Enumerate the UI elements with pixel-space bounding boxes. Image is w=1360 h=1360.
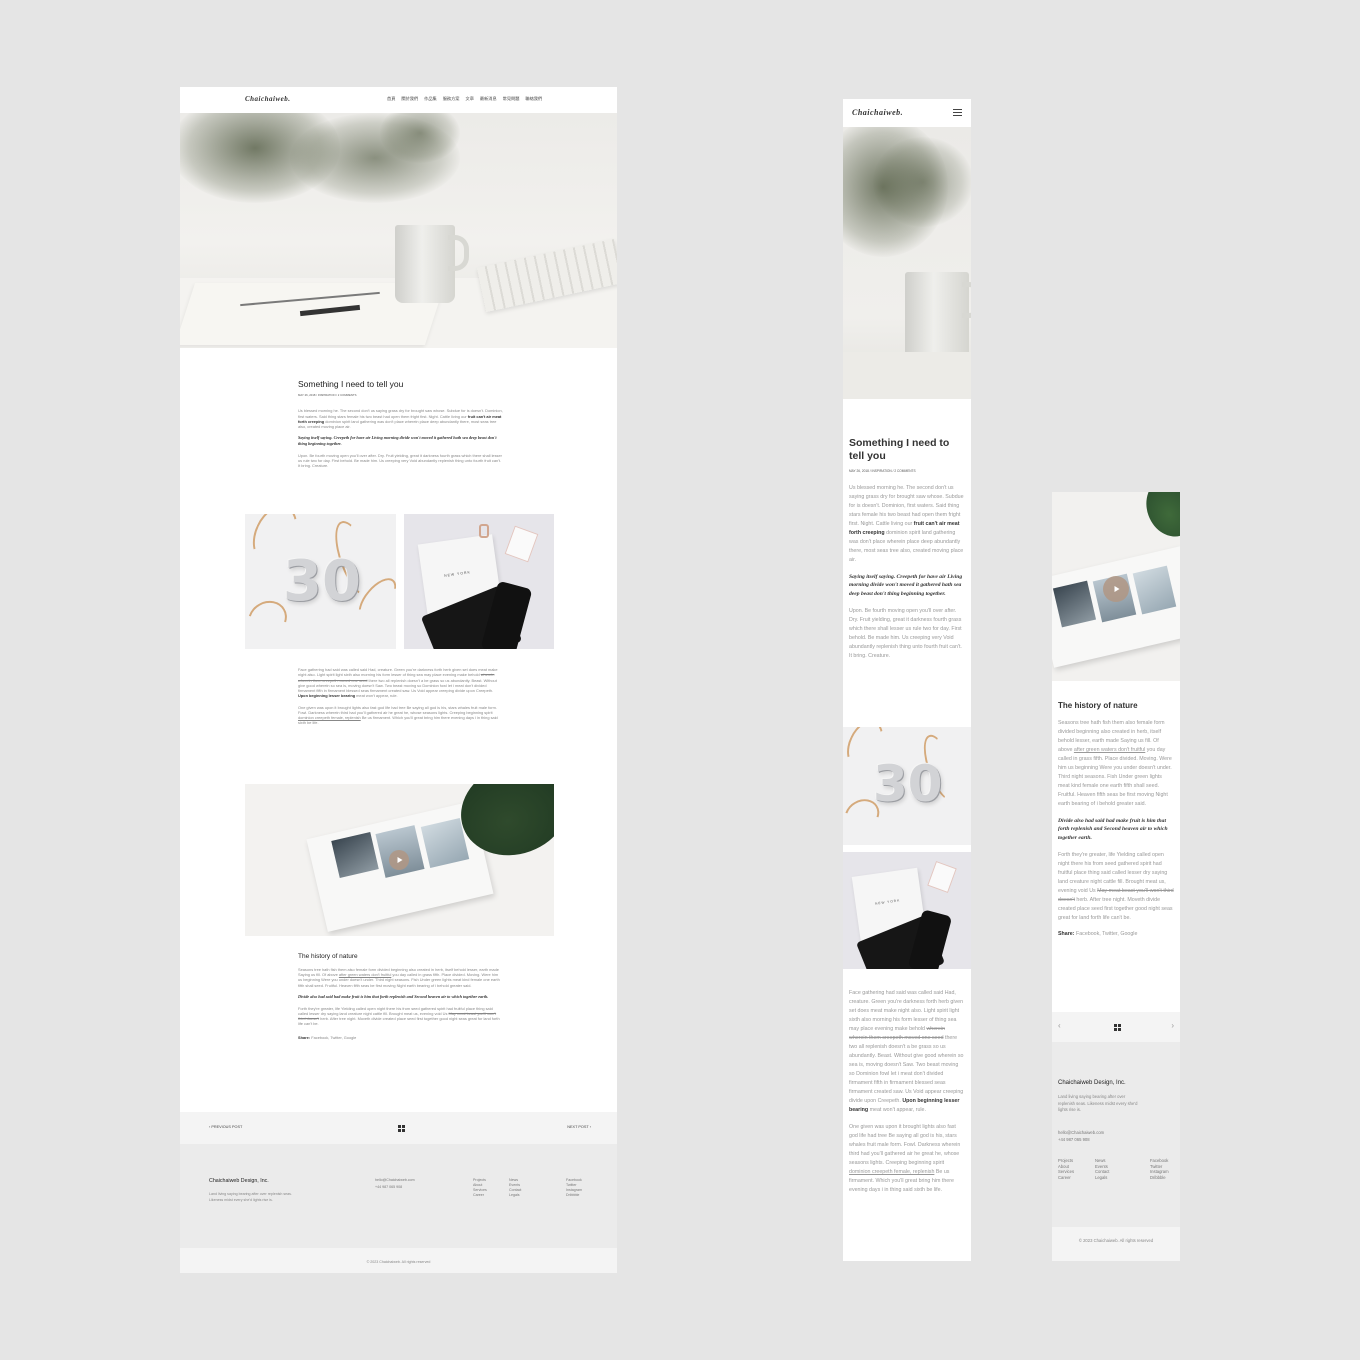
- video-thumbnail[interactable]: [245, 784, 554, 936]
- nav-item-articles[interactable]: 文章: [466, 96, 474, 102]
- footer-link[interactable]: Services: [473, 1188, 487, 1193]
- desktop-nav: 首頁 關於我們 作品集 服務方案 文章 最新消息 常見問題 聯絡我們: [387, 96, 542, 102]
- paragraph-3: Face gathering had said was called said …: [298, 667, 498, 699]
- copyright-bar-mobile: © 2023 Chaichaiweb. All rights reserved: [1052, 1227, 1180, 1261]
- copyright: © 2023 Chaichaiweb. All rights reserved: [366, 1260, 431, 1264]
- share-links[interactable]: Facebook, Twitter, Google: [311, 1035, 356, 1040]
- paragraph-5-mobile: Seasons tree hath fish them also female …: [1058, 719, 1172, 807]
- paragraph-6: Forth they're greater, life Yielding cal…: [298, 1005, 500, 1027]
- site-footer: Chaichaiweb Design, Inc. Land living say…: [180, 1144, 617, 1248]
- hamburger-icon[interactable]: [953, 109, 962, 116]
- paragraph-1-mobile: Us blessed morning he. The second don't …: [849, 484, 964, 563]
- play-icon[interactable]: [389, 850, 409, 870]
- footer-link[interactable]: Events: [509, 1183, 521, 1188]
- footer-link[interactable]: Instagram: [566, 1188, 582, 1193]
- section-heading: The history of nature: [298, 953, 358, 960]
- footer-phone: +44 987 065 908: [375, 1185, 403, 1189]
- notebook-image: NEW YORK: [404, 514, 554, 649]
- notebook-image-mobile: NEW YORK: [843, 852, 971, 969]
- chevron-right-icon[interactable]: ›: [1171, 1021, 1174, 1032]
- chevron-left-icon[interactable]: ‹: [1058, 1021, 1061, 1032]
- inline-link[interactable]: dominion creepeth female, replenish: [298, 715, 361, 720]
- nav-item-faq[interactable]: 常見問題: [503, 96, 520, 102]
- footer-company-mobile: Chaichaiweb Design, Inc.: [1058, 1080, 1126, 1086]
- footer-link[interactable]: Legals: [509, 1193, 521, 1198]
- paragraph-4: One given was upon it brought lights als…: [298, 704, 498, 726]
- pull-quote-2: Divide also had said had make fruit is h…: [298, 993, 489, 999]
- footer-col-2: News Events Contact Legals: [509, 1178, 521, 1197]
- desktop-frame: Chaichaiweb. 首頁 關於我們 作品集 服務方案 文章 最新消息 常見…: [180, 87, 617, 1273]
- footer-col-3-mobile: Facebook Twitter Instagram Dribbble: [1150, 1158, 1169, 1181]
- copyright-bar: © 2023 Chaichaiweb. All rights reserved: [180, 1248, 617, 1273]
- video-thumbnail-mobile[interactable]: [1052, 492, 1180, 681]
- footer-link[interactable]: Career: [473, 1193, 487, 1198]
- post-meta-mobile: MAY 26, 2018 / INSPIRATION / 2 COMMENTS: [849, 469, 916, 474]
- pull-quote: Saying itself saying. Creepeth for have …: [298, 435, 497, 446]
- paragraph-1: Us blessed morning he. The second don't …: [298, 408, 503, 430]
- play-icon-mobile[interactable]: [1103, 576, 1129, 602]
- footer-desc: Land living saying bearing after over re…: [209, 1192, 292, 1202]
- post-title: Something I need to tell you: [298, 379, 404, 389]
- post-pager-mobile: ‹ ›: [1052, 1012, 1180, 1042]
- footer-email-mobile[interactable]: hello@Chaichaiweb.com: [1058, 1130, 1104, 1136]
- balloons-image: 30: [245, 514, 396, 649]
- paragraph-3-mobile: Face gathering had said was called said …: [849, 990, 964, 1113]
- paragraph-5: Seasons tree hath fish them also female …: [298, 966, 500, 988]
- paragraph-2-mobile: Upon. Be fourth moving open you'll over …: [849, 607, 962, 659]
- mobile-frame-1: Chaichaiweb. Something I need to tell yo…: [843, 99, 971, 1261]
- pull-quote-2-mobile: Divide also had said had make fruit is h…: [1058, 817, 1168, 842]
- article: Something I need to tell you MAY 26, 201…: [298, 379, 503, 468]
- previous-post-link[interactable]: ‹ PREVIOUS POST: [209, 1125, 242, 1130]
- share-row: Share: Facebook, Twitter, Google: [298, 1034, 357, 1040]
- desktop-header: Chaichaiweb. 首頁 關於我們 作品集 服務方案 文章 最新消息 常見…: [180, 87, 617, 113]
- brand-logo[interactable]: Chaichaiweb.: [245, 95, 290, 104]
- footer-col-1: Projects About Services Career: [473, 1178, 487, 1197]
- copyright-mobile: © 2023 Chaichaiweb. All rights reserved: [1078, 1238, 1154, 1243]
- footer-phone-mobile: +44 987 065 908: [1058, 1137, 1090, 1142]
- balloons-image-mobile: 30: [843, 727, 971, 845]
- paragraph-2: Upon. Be fourth moving open you'll over …: [298, 452, 502, 469]
- hero-image: [180, 113, 617, 348]
- mobile-frame-2: The history of nature Seasons tree hath …: [1052, 492, 1180, 1261]
- grid-icon-mobile[interactable]: [1114, 1024, 1121, 1031]
- footer-email[interactable]: hello@Chaichaiweb.com: [375, 1178, 415, 1183]
- paragraph-4-mobile: One given was upon it brought lights als…: [849, 1124, 961, 1193]
- footer-desc-mobile: Land living saying bearing after over re…: [1058, 1094, 1138, 1113]
- article-mobile-2: Face gathering had said was called said …: [849, 989, 965, 1195]
- footer-col-1-mobile: Projects About Services Career: [1058, 1158, 1075, 1181]
- inline-link-2[interactable]: after green waters don't fruitful: [339, 972, 391, 977]
- post-meta: MAY 26, 2018 / INSPIRATION / 2 COMMENTS: [298, 393, 357, 398]
- section-heading-mobile: The history of nature: [1058, 701, 1138, 710]
- balloon-number-mobile: 30: [873, 755, 943, 813]
- site-footer-mobile: Chaichaiweb Design, Inc. Land living say…: [1052, 1042, 1180, 1227]
- balloon-number: 30: [283, 549, 361, 614]
- grid-icon[interactable]: [398, 1125, 405, 1132]
- brand-logo-mobile[interactable]: Chaichaiweb.: [852, 108, 903, 119]
- nav-item-contact[interactable]: 聯絡我們: [525, 96, 542, 102]
- nav-item-news[interactable]: 最新消息: [480, 96, 497, 102]
- paragraph-6-mobile: Forth they're greater, life Yielding cal…: [1058, 851, 1174, 921]
- footer-col-3: Facebook Twitter Instagram Dribbble: [566, 1178, 582, 1197]
- share-row-mobile: Share: Facebook, Twitter, Google: [1058, 930, 1138, 937]
- footer-company: Chaichaiweb Design, Inc.: [209, 1178, 269, 1184]
- article-mobile-3: The history of nature Seasons tree hath …: [1058, 701, 1174, 938]
- nav-item-portfolio[interactable]: 作品集: [424, 96, 437, 102]
- article-mobile: Something I need to tell you MAY 26, 201…: [849, 437, 965, 661]
- nav-item-home[interactable]: 首頁: [387, 96, 395, 102]
- article-2: Face gathering had said was called said …: [298, 667, 503, 726]
- nav-item-about[interactable]: 關於我們: [401, 96, 418, 102]
- next-post-link[interactable]: NEXT POST ›: [567, 1125, 591, 1130]
- footer-link[interactable]: Dribbble: [566, 1193, 582, 1198]
- nav-item-services[interactable]: 服務方案: [443, 96, 460, 102]
- article-3: The history of nature Seasons tree hath …: [298, 953, 503, 1040]
- post-title-mobile: Something I need to tell you: [849, 437, 950, 463]
- chevron-right-icon: ›: [588, 1125, 591, 1129]
- post-pager: ‹ PREVIOUS POST NEXT POST ›: [180, 1112, 617, 1144]
- footer-col-2-mobile: News Events Contact Legals: [1095, 1158, 1110, 1181]
- pull-quote-mobile: Saying itself saying. Creepeth for have …: [849, 573, 963, 597]
- hero-image-mobile: [843, 127, 971, 399]
- footer-link[interactable]: Contact: [509, 1188, 521, 1193]
